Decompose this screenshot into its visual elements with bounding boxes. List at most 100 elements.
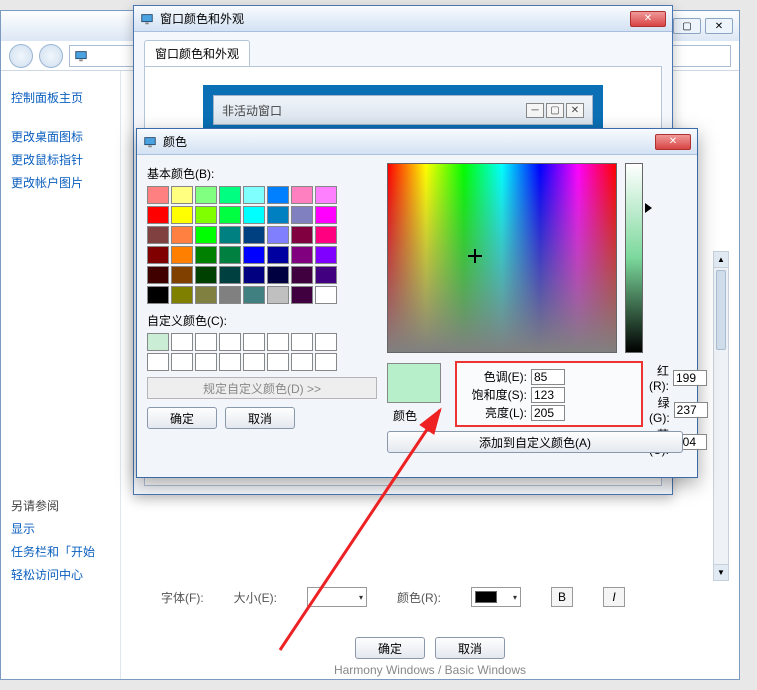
basic-color-swatch[interactable]	[243, 246, 265, 264]
see-also-ease[interactable]: 轻松访问中心	[11, 566, 110, 583]
scroll-down-arrow[interactable]: ▼	[714, 564, 728, 580]
custom-color-swatch[interactable]	[171, 333, 193, 351]
basic-color-swatch[interactable]	[219, 186, 241, 204]
basic-color-swatch[interactable]	[267, 246, 289, 264]
basic-color-swatch[interactable]	[219, 226, 241, 244]
color-combo[interactable]: ▾	[471, 587, 521, 607]
basic-color-swatch[interactable]	[267, 286, 289, 304]
tab-window-color[interactable]: 窗口颜色和外观	[144, 40, 250, 66]
basic-color-swatch[interactable]	[171, 226, 193, 244]
basic-color-swatch[interactable]	[195, 286, 217, 304]
scroll-up-arrow[interactable]: ▲	[714, 252, 728, 268]
custom-color-swatch[interactable]	[195, 353, 217, 371]
basic-color-swatch[interactable]	[267, 266, 289, 284]
color-cancel-button[interactable]: 取消	[225, 407, 295, 429]
basic-color-swatch[interactable]	[147, 246, 169, 264]
basic-color-swatch[interactable]	[171, 286, 193, 304]
basic-color-swatch[interactable]	[195, 206, 217, 224]
size-combo[interactable]: ▾	[307, 587, 367, 607]
custom-color-swatch[interactable]	[267, 333, 289, 351]
see-also-taskbar[interactable]: 任务栏和「开始	[11, 543, 110, 560]
basic-color-swatch[interactable]	[315, 186, 337, 204]
basic-color-swatch[interactable]	[171, 246, 193, 264]
sidebar-home[interactable]: 控制面板主页	[11, 89, 110, 106]
sidebar-item-mouse-pointer[interactable]: 更改鼠标指针	[11, 151, 110, 168]
basic-color-swatch[interactable]	[219, 266, 241, 284]
nav-forward-button[interactable]	[39, 44, 63, 68]
basic-color-swatch[interactable]	[147, 186, 169, 204]
sidebar-item-desktop-icons[interactable]: 更改桌面图标	[11, 128, 110, 145]
color-ok-button[interactable]: 确定	[147, 407, 217, 429]
sat-input[interactable]	[531, 387, 565, 403]
basic-color-swatch[interactable]	[195, 246, 217, 264]
define-custom-colors-button[interactable]: 规定自定义颜色(D) >>	[147, 377, 377, 399]
custom-color-swatch[interactable]	[267, 353, 289, 371]
basic-color-swatch[interactable]	[243, 226, 265, 244]
g-input[interactable]	[674, 402, 708, 418]
basic-color-swatch[interactable]	[315, 266, 337, 284]
basic-color-swatch[interactable]	[315, 286, 337, 304]
basic-color-swatch[interactable]	[171, 266, 193, 284]
basic-color-swatch[interactable]	[147, 266, 169, 284]
lum-input[interactable]	[531, 405, 565, 421]
basic-color-swatch[interactable]	[267, 186, 289, 204]
basic-color-swatch[interactable]	[315, 226, 337, 244]
luminance-bar[interactable]	[625, 163, 643, 353]
custom-color-swatch[interactable]	[315, 353, 337, 371]
custom-color-swatch[interactable]	[243, 333, 265, 351]
basic-color-swatch[interactable]	[291, 226, 313, 244]
basic-color-swatch[interactable]	[219, 206, 241, 224]
color-dlg-close-button[interactable]: ✕	[655, 134, 691, 150]
basic-color-swatch[interactable]	[243, 186, 265, 204]
nav-back-button[interactable]	[9, 44, 33, 68]
custom-color-swatch[interactable]	[195, 333, 217, 351]
italic-button[interactable]: I	[603, 587, 625, 607]
hue-sat-gradient[interactable]	[387, 163, 617, 353]
custom-color-swatch[interactable]	[291, 353, 313, 371]
luminance-pointer[interactable]	[645, 203, 652, 213]
basic-color-swatch[interactable]	[195, 226, 217, 244]
see-also-display[interactable]: 显示	[11, 520, 110, 537]
hue-input[interactable]	[531, 369, 565, 385]
bold-button[interactable]: B	[551, 587, 573, 607]
custom-color-swatch[interactable]	[291, 333, 313, 351]
custom-color-swatch[interactable]	[147, 333, 169, 351]
close-button[interactable]: ✕	[705, 18, 733, 34]
r-input[interactable]	[673, 370, 707, 386]
ok-button[interactable]: 确定	[355, 637, 425, 659]
vertical-scrollbar[interactable]: ▲ ▼	[713, 251, 729, 581]
basic-color-swatch[interactable]	[291, 186, 313, 204]
basic-color-swatch[interactable]	[195, 186, 217, 204]
basic-color-swatch[interactable]	[195, 266, 217, 284]
basic-color-swatch[interactable]	[291, 266, 313, 284]
basic-color-swatch[interactable]	[267, 226, 289, 244]
add-to-custom-colors-button[interactable]: 添加到自定义颜色(A)	[387, 431, 683, 453]
scroll-thumb[interactable]	[716, 270, 726, 350]
basic-color-swatch[interactable]	[171, 186, 193, 204]
custom-color-swatch[interactable]	[171, 353, 193, 371]
basic-color-swatch[interactable]	[243, 266, 265, 284]
basic-color-swatch[interactable]	[291, 206, 313, 224]
basic-color-swatch[interactable]	[147, 286, 169, 304]
basic-color-swatch[interactable]	[243, 286, 265, 304]
basic-color-swatch[interactable]	[243, 206, 265, 224]
basic-color-swatch[interactable]	[171, 206, 193, 224]
basic-color-swatch[interactable]	[267, 206, 289, 224]
basic-color-swatch[interactable]	[219, 246, 241, 264]
custom-color-swatch[interactable]	[243, 353, 265, 371]
basic-color-swatch[interactable]	[291, 246, 313, 264]
basic-color-swatch[interactable]	[147, 206, 169, 224]
sidebar-item-account-picture[interactable]: 更改帐户图片	[11, 174, 110, 191]
win1-close-button[interactable]: ✕	[630, 11, 666, 27]
maximize-button[interactable]: ▢	[673, 18, 701, 34]
basic-color-swatch[interactable]	[315, 246, 337, 264]
basic-color-swatch[interactable]	[219, 286, 241, 304]
basic-color-swatch[interactable]	[291, 286, 313, 304]
basic-color-swatch[interactable]	[315, 206, 337, 224]
basic-color-swatch[interactable]	[147, 226, 169, 244]
cancel-button[interactable]: 取消	[435, 637, 505, 659]
custom-color-swatch[interactable]	[219, 353, 241, 371]
custom-color-swatch[interactable]	[315, 333, 337, 351]
custom-color-swatch[interactable]	[147, 353, 169, 371]
custom-color-swatch[interactable]	[219, 333, 241, 351]
